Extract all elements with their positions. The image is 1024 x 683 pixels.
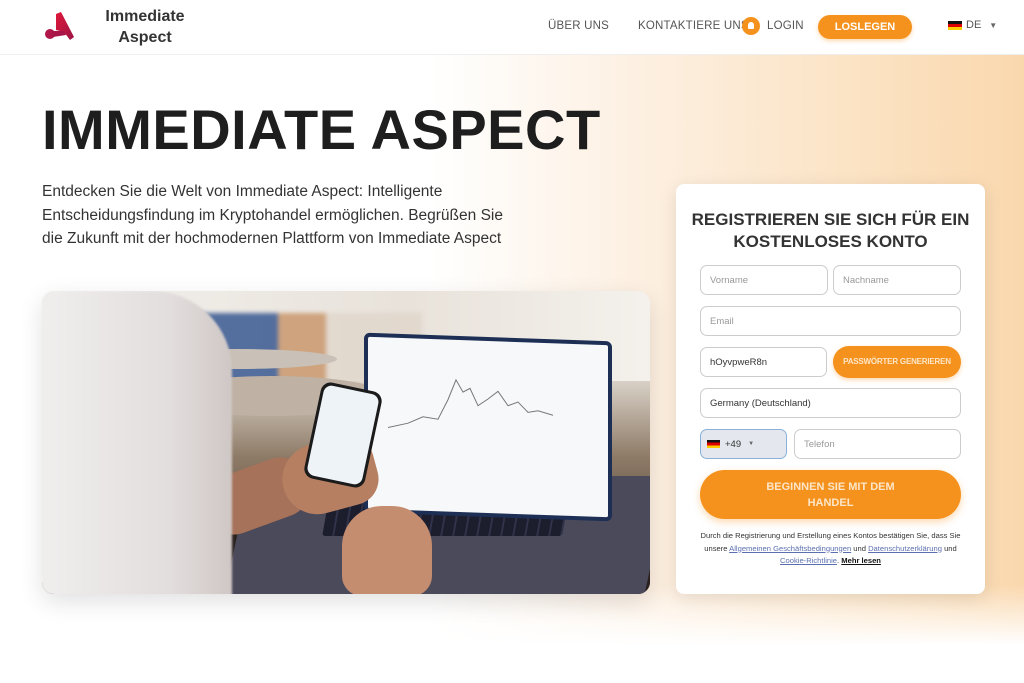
language-selector[interactable]: DE ▼	[948, 19, 997, 31]
registration-form: REGISTRIEREN SIE SICH FÜR EIN KOSTENLOSE…	[676, 184, 985, 594]
hero-image	[42, 291, 650, 594]
privacy-link[interactable]: Datenschutzerklärung	[868, 544, 942, 553]
photo-hand	[342, 506, 432, 594]
nav-contact-us[interactable]: KONTAKTIERE UNS	[638, 20, 749, 32]
last-name-input[interactable]	[833, 265, 961, 295]
start-trading-button[interactable]: BEGINNEN SIE MIT DEM HANDEL	[700, 470, 961, 519]
germany-flag-icon	[948, 20, 962, 30]
chevron-down-icon: ▼	[748, 441, 755, 447]
password-input[interactable]	[700, 347, 827, 377]
terms-text: Durch die Registrierung und Erstellung e…	[694, 530, 967, 568]
logo-icon[interactable]	[44, 12, 76, 42]
brand-name[interactable]: Immediate Aspect	[100, 6, 190, 48]
nav-login[interactable]: LOGIN	[767, 20, 804, 32]
photo-laptop-screen	[364, 332, 612, 522]
language-code: DE	[966, 19, 982, 31]
generate-password-button[interactable]: PASSWÖRTER GENERIEREN	[833, 346, 961, 378]
photo-person	[42, 291, 232, 594]
brand-line-2: Aspect	[118, 29, 172, 46]
page-title: IMMEDIATE ASPECT	[42, 98, 601, 161]
phone-code-value: +49	[725, 438, 742, 450]
terms-text-part: und	[851, 543, 869, 553]
chevron-down-icon: ▼	[989, 20, 998, 30]
terms-text-part: und	[941, 543, 957, 553]
hero-description: Entdecken Sie die Welt von Immediate Asp…	[42, 183, 503, 247]
user-icon[interactable]	[742, 17, 760, 35]
terms-link[interactable]: Allgemeinen Geschäftsbedingungen	[729, 544, 851, 553]
nav-about-us[interactable]: ÜBER UNS	[548, 20, 609, 32]
cookie-policy-link[interactable]: Cookie-Richtlinie	[780, 556, 837, 565]
email-input[interactable]	[700, 306, 961, 336]
brand-line-1: Immediate	[105, 8, 185, 25]
get-started-button[interactable]: LOSLEGEN	[818, 15, 912, 39]
country-input[interactable]	[700, 388, 961, 418]
photo-chart-line	[388, 378, 554, 428]
phone-input[interactable]	[794, 429, 961, 459]
first-name-input[interactable]	[700, 265, 828, 295]
site-header: Immediate Aspect ÜBER UNS KONTAKTIERE UN…	[0, 0, 1024, 55]
germany-flag-icon	[707, 440, 720, 448]
phone-code-select[interactable]: +49 ▼	[700, 429, 787, 459]
read-more-link[interactable]: Mehr lesen	[841, 556, 881, 565]
form-title: REGISTRIEREN SIE SICH FÜR EIN KOSTENLOSE…	[691, 210, 970, 251]
